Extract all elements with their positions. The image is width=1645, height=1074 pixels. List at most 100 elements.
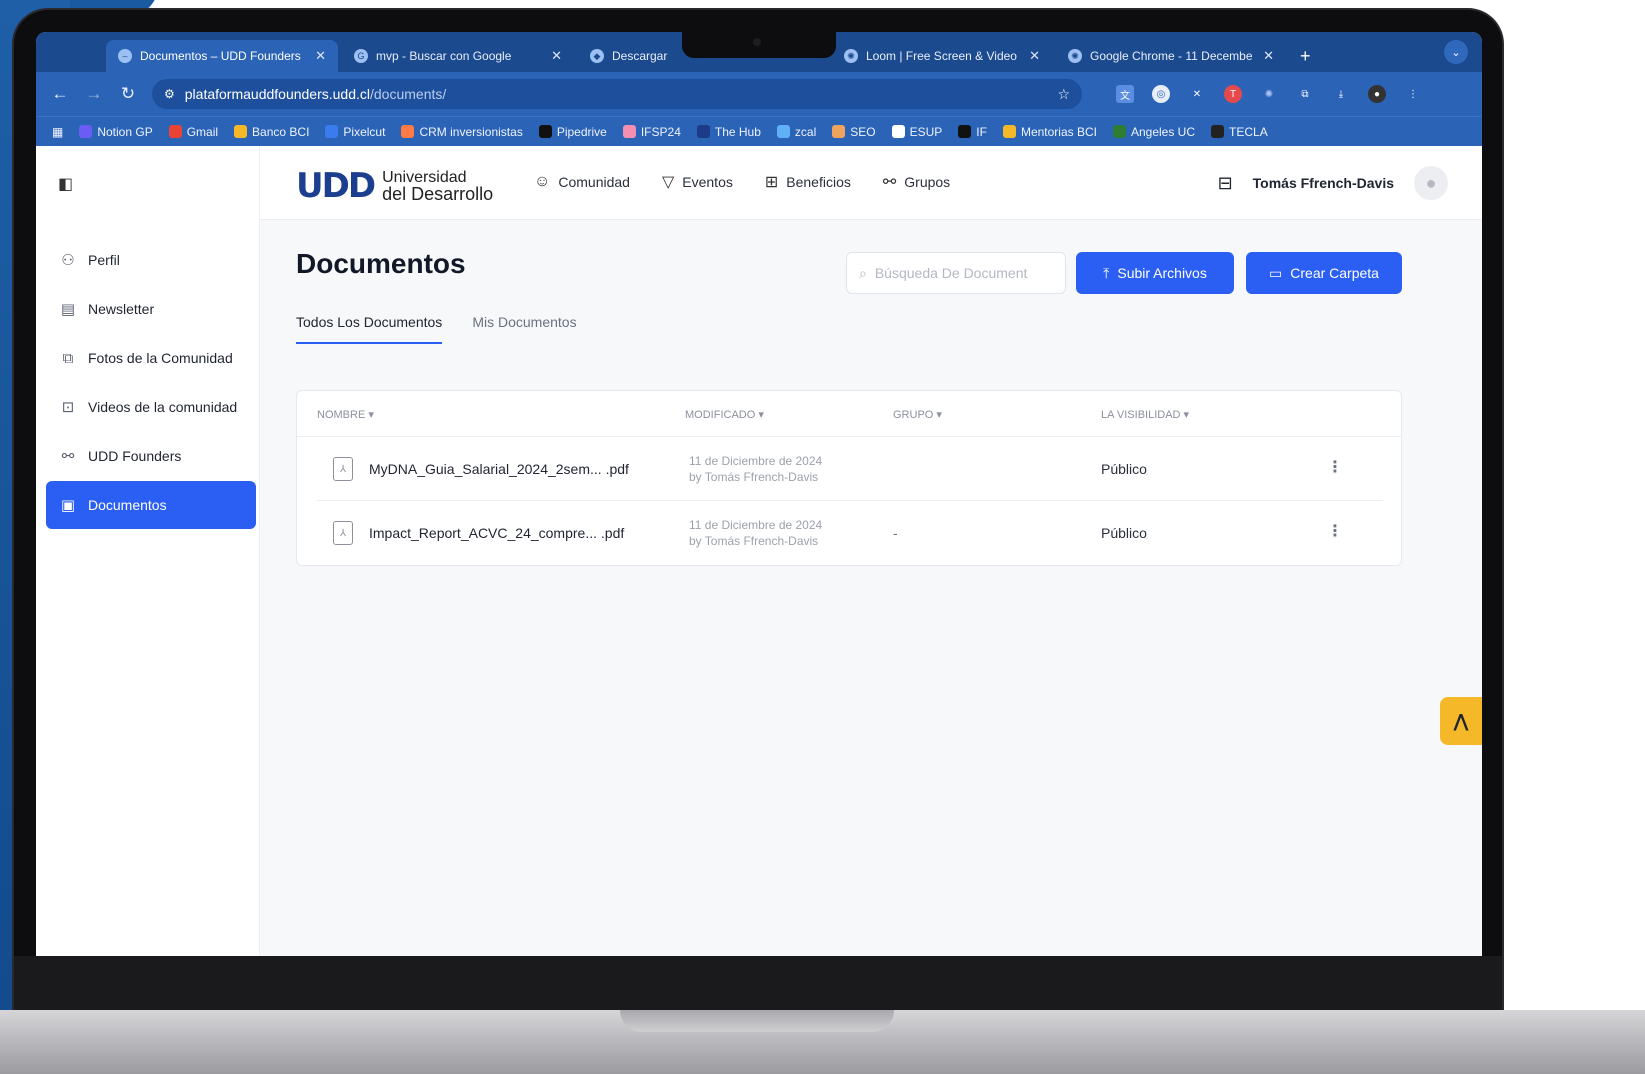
extension-globe-icon[interactable]: ◎ bbox=[1152, 85, 1170, 103]
nav-label: Eventos bbox=[682, 174, 733, 190]
bookmark-label: TECLA bbox=[1229, 124, 1268, 139]
modified-date: 11 de Diciembre de 2024 bbox=[689, 518, 823, 532]
table-row[interactable]: ⅄ MyDNA_Guia_Salarial_2024_2sem... .pdf … bbox=[297, 437, 1403, 501]
user-menu[interactable]: ⊟ Tomás Ffrench-Davis ● bbox=[1218, 166, 1448, 200]
sidebar-item-label: Newsletter bbox=[88, 301, 155, 317]
smile-icon: ☺ bbox=[534, 173, 551, 190]
upload-files-button[interactable]: ⤒ Subir Archivos bbox=[1076, 252, 1234, 294]
modified-by: by Tomás Ffrench-Davis bbox=[689, 534, 819, 548]
extension-puzzle-icon[interactable]: ✕ bbox=[1188, 85, 1206, 103]
tab-title: Loom | Free Screen & Video R bbox=[866, 49, 1022, 63]
browser-tab[interactable]: ✺ Google Chrome - 11 Decembe ✕ bbox=[1056, 40, 1286, 72]
photos-icon: ⧉ bbox=[62, 349, 74, 367]
new-tab-button[interactable]: + bbox=[1290, 40, 1321, 72]
sidebar-item-videos[interactable]: ⊡ Videos de la comunidad bbox=[46, 383, 256, 431]
modified-date: 11 de Diciembre de 2024 bbox=[689, 454, 823, 468]
tab-mis-documentos[interactable]: Mis Documentos bbox=[472, 314, 576, 344]
bookmark-item[interactable]: Gmail bbox=[168, 125, 218, 139]
column-modificado[interactable]: MODIFICADO ▾ bbox=[685, 408, 764, 421]
modified-info: 11 de Diciembre de 2024 by Tomás Ffrench… bbox=[689, 517, 822, 549]
download-favicon-icon: ◆ bbox=[590, 49, 604, 63]
profile-avatar-icon[interactable]: ● bbox=[1368, 85, 1386, 103]
laptop-base-lip bbox=[620, 1010, 894, 1032]
browser-tab[interactable]: ✺ Loom | Free Screen & Video R ✕ bbox=[832, 40, 1052, 72]
bookmark-label: ESUP bbox=[909, 124, 943, 139]
bookmark-label: zcal bbox=[794, 124, 817, 139]
download-icon[interactable]: ⤓ bbox=[1332, 85, 1350, 103]
help-widget-button[interactable]: ⋀ bbox=[1440, 697, 1482, 745]
close-icon[interactable]: ✕ bbox=[551, 48, 562, 64]
address-bar[interactable]: ⚙ plataformauddfounders.udd.cl/documents… bbox=[152, 79, 1082, 109]
more-options-icon[interactable]: ⋮ bbox=[1327, 457, 1343, 477]
column-nombre[interactable]: NOMBRE ▾ bbox=[317, 408, 374, 421]
more-options-icon[interactable]: ⋮ bbox=[1327, 521, 1343, 541]
close-icon[interactable]: ✕ bbox=[1263, 48, 1274, 64]
close-icon[interactable]: ✕ bbox=[315, 48, 326, 64]
sidebar-toggle-icon[interactable]: ◧ bbox=[58, 174, 80, 194]
column-visibilidad[interactable]: LA VISIBILIDAD ▾ bbox=[1101, 408, 1189, 421]
bookmark-item[interactable]: ESUP bbox=[891, 124, 943, 139]
camera-icon bbox=[753, 38, 761, 46]
file-name[interactable]: Impact_Report_ACVC_24_compre... .pdf bbox=[369, 525, 624, 541]
udd-logo[interactable]: UDD Universidad del Desarrollo bbox=[296, 166, 493, 206]
browser-tab[interactable]: – Documentos – UDD Founders ✕ bbox=[106, 40, 338, 72]
nav-label: Beneficios bbox=[786, 174, 851, 190]
tab-search-chevron-icon[interactable]: ⌄ bbox=[1444, 40, 1468, 64]
sidebar-item-fotos[interactable]: ⧉ Fotos de la Comunidad bbox=[46, 334, 256, 382]
inbox-icon[interactable]: ⊟ bbox=[1218, 173, 1233, 194]
bookmark-item[interactable]: zcal bbox=[776, 124, 817, 139]
documents-table: NOMBRE ▾ MODIFICADO ▾ GRUPO ▾ LA VISIBIL… bbox=[296, 390, 1402, 566]
chrome-favicon-icon: ✺ bbox=[1068, 49, 1082, 63]
sidebar-item-udd-founders[interactable]: ⚯ UDD Founders bbox=[46, 432, 256, 480]
sidebar-item-perfil[interactable]: ⚇ Perfil bbox=[46, 236, 256, 284]
site-settings-icon[interactable]: ⚙ bbox=[164, 87, 175, 101]
forward-arrow-icon[interactable]: → bbox=[84, 84, 104, 104]
create-folder-button[interactable]: ▭ Crear Carpeta bbox=[1246, 252, 1402, 294]
bookmark-item[interactable]: Pipedrive bbox=[538, 124, 607, 139]
nav-beneficios[interactable]: ⊞ Beneficios bbox=[765, 172, 851, 192]
menu-dots-icon[interactable]: ⋮ bbox=[1404, 85, 1422, 103]
bookmark-item[interactable]: Pixelcut bbox=[325, 125, 385, 139]
bookmark-item[interactable]: Angeles UC bbox=[1112, 125, 1195, 139]
extension-red-icon[interactable]: T bbox=[1224, 85, 1242, 103]
tab-todos-documentos[interactable]: Todos Los Documentos bbox=[296, 314, 443, 344]
bookmark-label: IFSP24 bbox=[640, 124, 681, 139]
group-value: - bbox=[893, 525, 898, 541]
bookmark-label: Pipedrive bbox=[556, 124, 607, 139]
column-grupo[interactable]: GRUPO ▾ bbox=[893, 408, 942, 421]
translate-extension-icon[interactable]: 文 bbox=[1116, 85, 1134, 103]
sidebar-item-label: Videos de la comunidad bbox=[88, 399, 238, 415]
tab-title: Documentos – UDD Founders bbox=[140, 49, 301, 63]
browser-tab[interactable]: G mvp - Buscar con Google ✕ bbox=[342, 40, 574, 72]
app: ◧ ⚇ Perfil ▤ Newsletter ⧉ Fotos de la Co… bbox=[36, 146, 1482, 956]
table-row[interactable]: ⅄ Impact_Report_ACVC_24_compre... .pdf 1… bbox=[297, 501, 1403, 565]
nav-grupos[interactable]: ⚯ Grupos bbox=[883, 172, 950, 192]
bookmark-item[interactable]: Notion GP bbox=[79, 125, 153, 139]
user-name: Tomás Ffrench-Davis bbox=[1252, 175, 1394, 191]
visibility-value: Público bbox=[1101, 461, 1147, 477]
file-name[interactable]: MyDNA_Guia_Salarial_2024_2sem... .pdf bbox=[369, 461, 629, 477]
sidebar-item-newsletter[interactable]: ▤ Newsletter bbox=[46, 285, 256, 333]
search-input[interactable] bbox=[874, 265, 1045, 281]
bookmarks-bar: ▦ Notion GP Gmail Banco BCI Pixelcut CRM… bbox=[36, 116, 1482, 146]
bookmark-item[interactable]: CRM inversionistas bbox=[401, 125, 523, 139]
bookmark-star-icon[interactable]: ☆ bbox=[1057, 86, 1070, 103]
extension-gear-icon[interactable]: ✺ bbox=[1260, 85, 1278, 103]
back-arrow-icon[interactable]: ← bbox=[50, 84, 70, 104]
close-icon[interactable]: ✕ bbox=[1029, 48, 1040, 64]
bookmark-item[interactable]: Banco BCI bbox=[234, 125, 309, 139]
bookmark-item[interactable]: IF bbox=[958, 125, 987, 139]
avatar[interactable]: ● bbox=[1414, 166, 1448, 200]
bookmark-item[interactable]: The Hub bbox=[696, 125, 761, 139]
extensions-icon[interactable]: ⧉ bbox=[1296, 85, 1314, 103]
nav-comunidad[interactable]: ☺ Comunidad bbox=[534, 172, 630, 192]
sidebar-item-documentos[interactable]: ▣ Documentos bbox=[46, 481, 256, 529]
nav-eventos[interactable]: ▽ Eventos bbox=[662, 172, 733, 192]
reload-icon[interactable]: ↻ bbox=[118, 84, 138, 104]
bookmark-item[interactable]: Mentorias BCI bbox=[1002, 125, 1097, 139]
bookmark-item[interactable]: SEO bbox=[832, 124, 876, 139]
apps-grid-icon[interactable]: ▦ bbox=[52, 125, 63, 139]
bookmark-item[interactable]: IFSP24 bbox=[622, 124, 681, 139]
bookmark-label: SEO bbox=[850, 124, 876, 139]
bookmark-item[interactable]: TECLA bbox=[1211, 125, 1268, 139]
